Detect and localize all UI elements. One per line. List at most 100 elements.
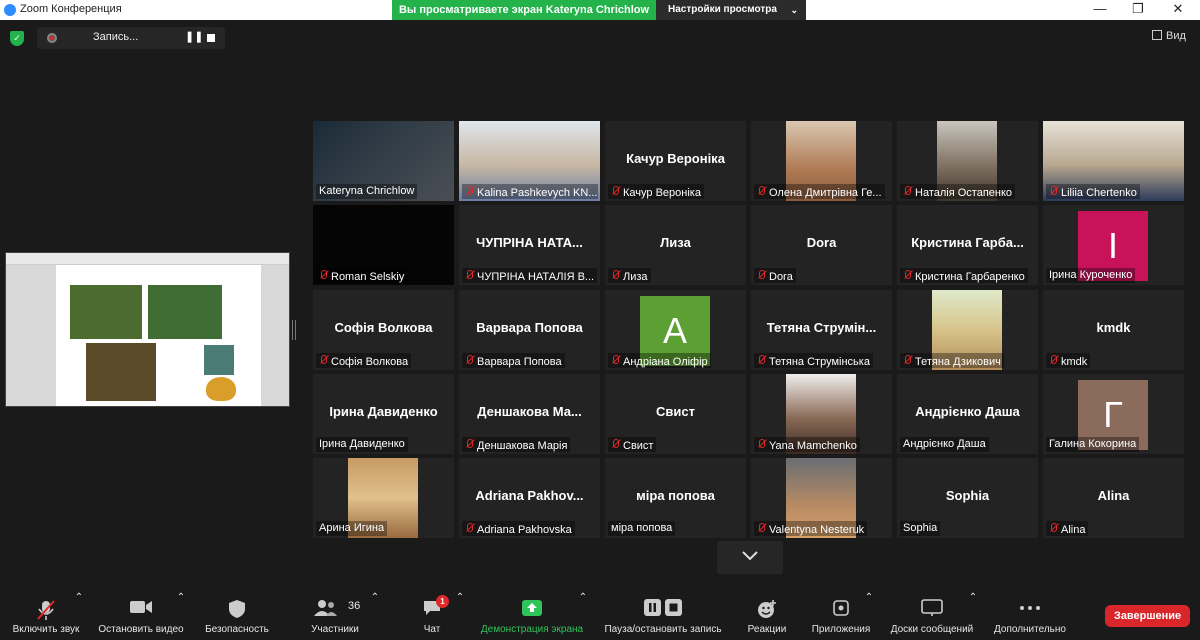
participant-tile[interactable]: Kalina Pashkevych KN...: [459, 121, 600, 201]
view-options-button[interactable]: Настройки просмотра ⌄: [656, 0, 806, 20]
view-button[interactable]: Вид: [1152, 30, 1186, 42]
muted-mic-icon: [757, 438, 766, 449]
participant-tile[interactable]: Варвара Попова Варвара Попова: [459, 290, 600, 370]
muted-mic-icon: [319, 354, 328, 365]
participant-name-label: Dora: [754, 268, 796, 283]
participant-name: ЧУПРІНА НАТАЛІЯ В...: [477, 271, 595, 283]
participant-name-label: Варвара Попова: [462, 353, 565, 368]
stop-recording-icon[interactable]: [207, 34, 215, 42]
shared-screen-right-panel: [259, 265, 289, 406]
participant-name: Ірина Давиденко: [319, 438, 405, 450]
participant-tile[interactable]: Лиза Лиза: [605, 205, 746, 285]
participant-tile[interactable]: Yana Mamchenko: [751, 374, 892, 454]
participant-tile[interactable]: Roman Selskiy: [313, 205, 454, 285]
muted-mic-icon: [903, 185, 912, 196]
whiteboards-button[interactable]: Доски сообщений: [884, 592, 980, 640]
reactions-button[interactable]: Реакции: [744, 592, 790, 640]
end-meeting-button[interactable]: Завершение: [1105, 605, 1190, 627]
security-button[interactable]: Безопасность: [200, 592, 274, 640]
participant-tile[interactable]: Наталія Остапенко: [897, 121, 1038, 201]
participant-tile[interactable]: Dora Dora: [751, 205, 892, 285]
chat-options-caret[interactable]: ⌃: [455, 592, 465, 640]
participants-button[interactable]: 36 Участники: [300, 592, 370, 640]
view-button-label: Вид: [1166, 30, 1186, 42]
participant-tile[interactable]: Андрієнко Даша Андрієнко Даша: [897, 374, 1038, 454]
participant-tile[interactable]: ЧУПРІНА НАТА... ЧУПРІНА НАТАЛІЯ В...: [459, 205, 600, 285]
restore-icon[interactable]: ❐: [1120, 0, 1156, 20]
chevron-down-icon: [742, 551, 758, 561]
pause-stop-recording-button[interactable]: Пауза/остановить запись: [598, 592, 728, 640]
more-button[interactable]: Дополнительно: [988, 592, 1072, 640]
participant-display-name: Свист: [656, 404, 695, 419]
window-title: Zoom Конференция: [20, 3, 122, 15]
participant-name: Андрієнко Даша: [903, 438, 986, 450]
participants-options-caret[interactable]: ⌃: [370, 592, 380, 640]
participants-label: Участники: [311, 624, 359, 635]
video-options-caret[interactable]: ⌃: [176, 592, 186, 640]
participant-tile[interactable]: I Ірина Куроченко: [1043, 205, 1184, 285]
participant-name: kmdk: [1061, 356, 1088, 368]
participant-name-label: Adriana Pakhovska: [462, 521, 575, 536]
shared-screen-toolbar: [6, 253, 289, 265]
shared-screen-view[interactable]: [5, 252, 290, 407]
participant-name: Yana Mamchenko: [769, 440, 857, 452]
participant-tile[interactable]: Sophia Sophia: [897, 458, 1038, 538]
participant-display-name: Sophia: [945, 488, 990, 503]
audio-options-caret[interactable]: ⌃: [74, 592, 84, 640]
pause-stop-icon: [644, 599, 682, 616]
pause-recording-icon[interactable]: ❚❚: [185, 30, 203, 43]
participant-tile[interactable]: Тетяна Струмін... Тетяна Струмінська: [751, 290, 892, 370]
gallery-next-page-button[interactable]: [717, 541, 783, 574]
close-icon[interactable]: ✕: [1160, 0, 1196, 20]
participant-name: Dora: [769, 271, 793, 283]
shared-document-page: [56, 265, 261, 406]
participant-tile[interactable]: Liliia Chertenko: [1043, 121, 1184, 201]
participant-name: Ірина Куроченко: [1049, 269, 1133, 281]
participant-tile[interactable]: Свист Свист: [605, 374, 746, 454]
stop-video-button[interactable]: Остановить видео: [94, 592, 188, 640]
apps-options-caret[interactable]: ⌃: [864, 592, 874, 640]
participant-tile[interactable]: Alina Alina: [1043, 458, 1184, 538]
participant-tile[interactable]: Арина Игина: [313, 458, 454, 538]
recording-indicator: Запись... ❚❚: [37, 27, 225, 49]
participant-display-name: ЧУПРІНА НАТА...: [476, 235, 583, 250]
participant-name-label: Качур Вероніка: [608, 184, 704, 199]
minimize-icon[interactable]: —: [1082, 0, 1118, 20]
whiteboards-options-caret[interactable]: ⌃: [968, 592, 978, 640]
encryption-shield-icon[interactable]: ✓: [10, 31, 24, 46]
participant-tile[interactable]: Kateryna Chrichlow: [313, 121, 454, 201]
muted-mic-icon: [319, 269, 328, 280]
participant-tile[interactable]: Софія Волкова Софія Волкова: [313, 290, 454, 370]
participant-name-label: Лиза: [608, 268, 651, 283]
share-screen-button[interactable]: Демонстрация экрана: [474, 592, 590, 640]
participant-tile[interactable]: A Андріана Оліфір: [605, 290, 746, 370]
participant-tile[interactable]: Кристина Гарба... Кристина Гарбаренко: [897, 205, 1038, 285]
participant-name-label: міра попова: [608, 521, 676, 536]
apps-icon: [833, 600, 849, 616]
participant-tile[interactable]: Adriana Pakhov... Adriana Pakhovska: [459, 458, 600, 538]
participant-tile[interactable]: Деншакова Ма... Деншакова Марія: [459, 374, 600, 454]
participant-tile[interactable]: Valentyna Nesteruk: [751, 458, 892, 538]
muted-mic-icon: [611, 185, 620, 196]
participant-tile[interactable]: Ірина Давиденко Ірина Давиденко: [313, 374, 454, 454]
split-resize-handle[interactable]: [292, 320, 296, 340]
muted-mic-icon: [465, 438, 474, 449]
participant-name: Alina: [1061, 524, 1086, 536]
participant-tile[interactable]: Качур Вероніка Качур Вероніка: [605, 121, 746, 201]
participant-name-label: Свист: [608, 437, 657, 452]
participant-name-label: Андріана Оліфір: [608, 353, 711, 368]
participant-tile[interactable]: kmdk kmdk: [1043, 290, 1184, 370]
participant-name-label: Liliia Chertenko: [1046, 184, 1140, 199]
participant-name: Арина Игина: [319, 522, 385, 534]
participant-tile[interactable]: міра попова міра попова: [605, 458, 746, 538]
chat-button[interactable]: 1 Чат: [410, 592, 454, 640]
participant-name-label: Софія Волкова: [316, 353, 412, 368]
participant-tile[interactable]: Олена Дмитрівна Ге...: [751, 121, 892, 201]
share-options-caret[interactable]: ⌃: [578, 592, 588, 640]
participant-name-label: Kateryna Chrichlow: [316, 184, 418, 199]
participant-name: Галина Кокорина: [1049, 438, 1137, 450]
participant-name-label: Наталія Остапенко: [900, 184, 1016, 199]
participant-tile[interactable]: Тетяна Дзикович: [897, 290, 1038, 370]
participant-tile[interactable]: Г Галина Кокорина: [1043, 374, 1184, 454]
participant-name-label: Kalina Pashkevych KN...: [462, 184, 598, 199]
